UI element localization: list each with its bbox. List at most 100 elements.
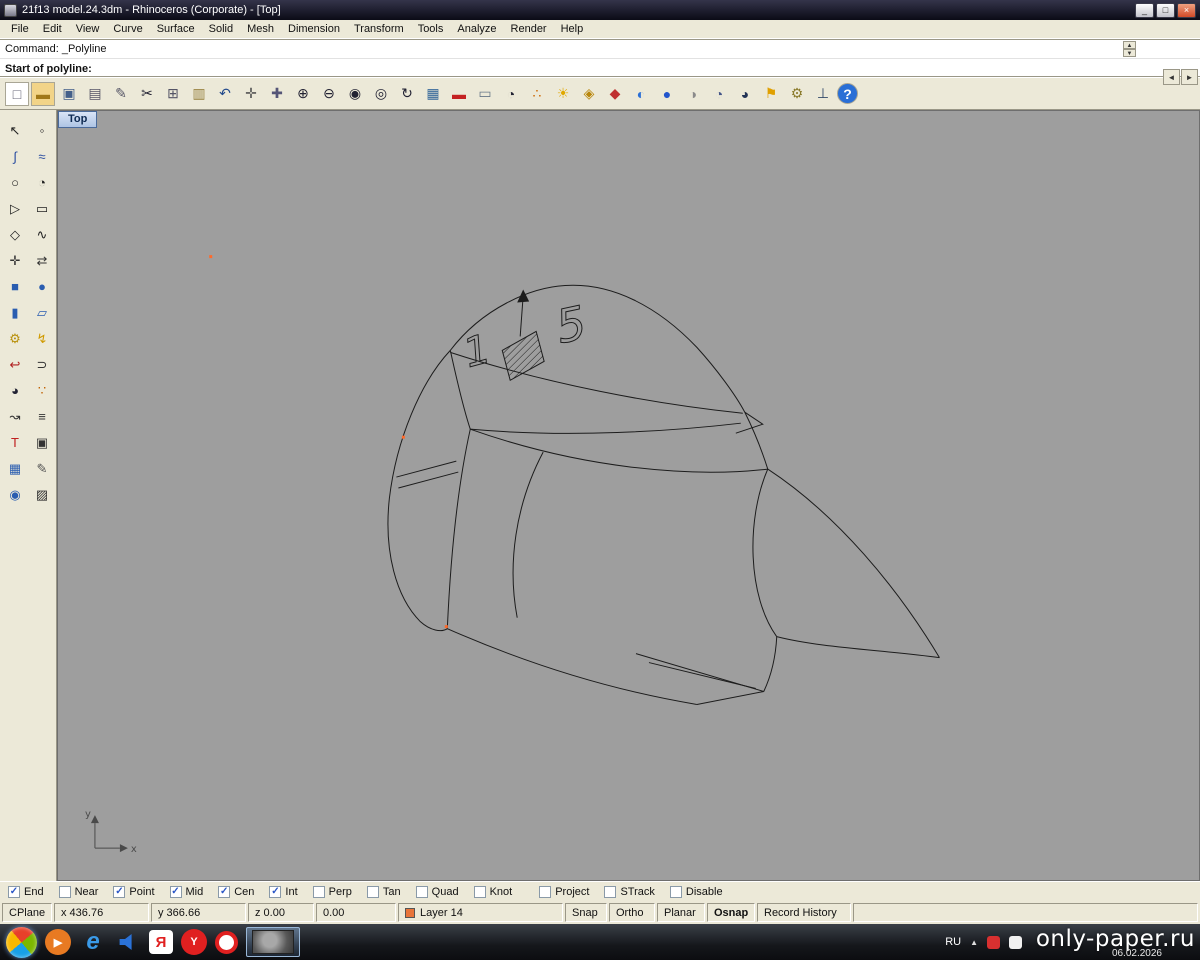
osnap-cen[interactable]: ✓ Cen <box>218 885 254 898</box>
menu-curve[interactable]: Curve <box>106 21 149 37</box>
osnap-knot[interactable]: Knot <box>473 885 512 898</box>
zoom-out-icon[interactable]: ⊖ <box>317 82 341 106</box>
move-icon[interactable]: ✛ <box>2 248 28 273</box>
freeform-curve-icon[interactable]: ∿ <box>29 222 55 247</box>
osnap-near[interactable]: Near <box>58 885 98 898</box>
plane-icon[interactable]: ▱ <box>29 300 55 325</box>
shaded-sphere-icon[interactable]: ◕ <box>2 378 28 403</box>
hidden-icons-button[interactable]: ▲ <box>970 938 978 947</box>
osnap-perp-checkbox[interactable] <box>312 885 325 898</box>
pencil-icon[interactable]: ✎ <box>29 456 55 481</box>
rhino-taskbar-button[interactable] <box>246 927 300 957</box>
control-point-curve-icon[interactable]: ≈ <box>29 144 55 169</box>
osnap-disable-checkbox[interactable] <box>669 885 682 898</box>
zoom-in-icon[interactable]: ⊕ <box>291 82 315 106</box>
text-icon[interactable]: T <box>2 430 28 455</box>
osnap-strack-checkbox[interactable] <box>604 885 617 898</box>
snap-toggle[interactable]: Snap <box>565 903 607 922</box>
menu-dimension[interactable]: Dimension <box>281 21 347 37</box>
menu-mesh[interactable]: Mesh <box>240 21 281 37</box>
minimize-button[interactable]: _ <box>1135 2 1154 18</box>
checker-sphere-icon[interactable]: ◔ <box>707 82 731 106</box>
osnap-mid[interactable]: ✓ Mid <box>169 885 203 898</box>
menu-solid[interactable]: Solid <box>202 21 240 37</box>
record-history-toggle[interactable]: Record History <box>757 903 851 922</box>
menu-file[interactable]: File <box>4 21 36 37</box>
array-icon[interactable]: ▣ <box>29 430 55 455</box>
menu-transform[interactable]: Transform <box>347 21 411 37</box>
ortho-toggle[interactable]: Ortho <box>609 903 655 922</box>
join-icon[interactable]: ⊃ <box>29 352 55 377</box>
save-icon[interactable]: ▣ <box>57 82 81 106</box>
maximize-button[interactable]: □ <box>1156 2 1175 18</box>
volume-mixer-icon[interactable] <box>115 929 141 955</box>
menu-surface[interactable]: Surface <box>150 21 202 37</box>
zoom-extents-icon[interactable]: ◎ <box>369 82 393 106</box>
osnap-tan[interactable]: Tan <box>366 885 401 898</box>
start-button[interactable] <box>6 926 37 958</box>
scroll-right-button[interactable]: ► <box>1181 69 1198 85</box>
planar-toggle[interactable]: Planar <box>657 903 705 922</box>
mirror-icon[interactable]: ⇄ <box>29 248 55 273</box>
undo-icon[interactable]: ↶ <box>213 82 237 106</box>
gear-icon[interactable]: ⚙ <box>2 326 28 351</box>
cylinder-icon[interactable]: ▮ <box>2 300 28 325</box>
viewport-canvas[interactable]: 51xy <box>58 111 1199 880</box>
pan-icon[interactable]: ✛ <box>239 82 263 106</box>
export-icon[interactable]: ✎ <box>109 82 133 106</box>
osnap-cen-checkbox[interactable]: ✓ <box>218 885 231 898</box>
menu-view[interactable]: View <box>69 21 107 37</box>
osnap-point[interactable]: ✓ Point <box>113 885 155 898</box>
copy-icon[interactable]: ⊞ <box>161 82 185 106</box>
offset-icon[interactable]: ≡ <box>29 404 55 429</box>
new-file-icon[interactable]: □ <box>5 81 29 106</box>
osnap-project-checkbox[interactable] <box>539 885 552 898</box>
circle-icon[interactable]: ○ <box>2 170 28 195</box>
flag-icon[interactable]: ⚑ <box>759 82 783 106</box>
osnap-tan-checkbox[interactable] <box>366 885 379 898</box>
cut-icon[interactable]: ✂ <box>135 82 159 106</box>
yandex-icon[interactable]: Я <box>149 930 173 954</box>
polyline-icon[interactable]: ▷ <box>2 196 28 221</box>
print-icon[interactable]: ▤ <box>83 82 107 106</box>
menu-help[interactable]: Help <box>554 21 591 37</box>
rectangle-icon[interactable]: ▭ <box>29 196 55 221</box>
ie-icon[interactable]: e <box>79 926 107 958</box>
box-icon[interactable]: ■ <box>2 274 28 299</box>
osnap-project[interactable]: Project <box>539 885 589 898</box>
y-browser-icon[interactable]: Y <box>181 929 207 955</box>
arc-tool-icon[interactable]: ◔ <box>499 82 523 106</box>
menu-tools[interactable]: Tools <box>411 21 451 37</box>
point-icon[interactable]: ◦ <box>29 118 55 143</box>
scroll-left-button[interactable]: ◄ <box>1163 69 1180 85</box>
osnap-quad[interactable]: Quad <box>415 885 459 898</box>
cplane-button[interactable]: CPlane <box>2 903 52 922</box>
hatch-icon[interactable]: ▨ <box>29 482 55 507</box>
osnap-near-checkbox[interactable] <box>58 885 71 898</box>
world-icon[interactable]: ◐ <box>629 82 653 106</box>
osnap-toggle[interactable]: Osnap <box>707 903 755 922</box>
opera-icon[interactable] <box>215 930 238 954</box>
menu-render[interactable]: Render <box>504 21 554 37</box>
osnap-int[interactable]: ✓ Int <box>269 885 298 898</box>
shaded-sphere-icon[interactable]: ◕ <box>733 82 757 106</box>
bulb-icon[interactable]: ☀ <box>551 82 575 106</box>
osnap-end[interactable]: ✓ End <box>8 885 44 898</box>
rotate-view-icon[interactable]: ↻ <box>395 82 419 106</box>
osnap-quad-checkbox[interactable] <box>415 885 428 898</box>
tray-icon[interactable] <box>987 935 1000 949</box>
zoom-window-icon[interactable]: ◉ <box>343 82 367 106</box>
blue-sphere-icon[interactable]: ● <box>655 82 679 106</box>
grid-icon[interactable]: ▦ <box>2 456 28 481</box>
osnap-strack[interactable]: STrack <box>604 885 655 898</box>
blend-icon[interactable]: ↝ <box>2 404 28 429</box>
osnap-mid-checkbox[interactable]: ✓ <box>169 885 182 898</box>
osnap-knot-checkbox[interactable] <box>473 885 486 898</box>
gray-sphere-icon[interactable]: ◑ <box>681 82 705 106</box>
points-icon[interactable]: ∵ <box>29 378 55 403</box>
arc-icon[interactable]: ◔ <box>29 170 55 195</box>
lock-icon[interactable]: ◈ <box>577 82 601 106</box>
render-sphere-icon[interactable]: ◉ <box>2 482 28 507</box>
viewport[interactable]: Top 51xy <box>57 110 1200 881</box>
open-file-icon[interactable]: ▬ <box>31 81 55 106</box>
